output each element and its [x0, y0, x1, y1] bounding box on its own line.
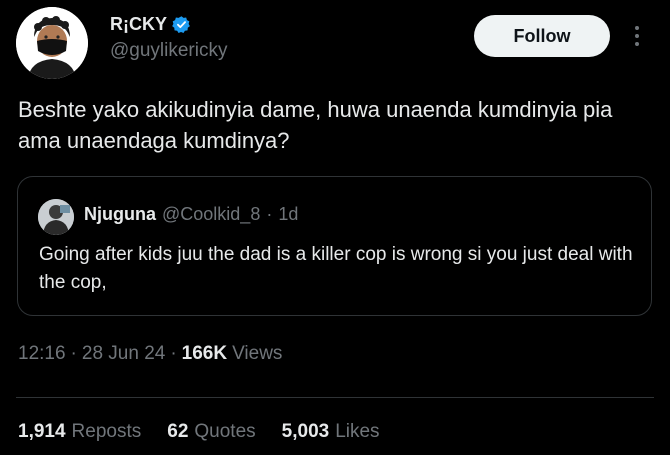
tweet-text: Beshte yako akikudinyia dame, huwa unaen… — [18, 97, 613, 153]
likes-count: 5,003 — [281, 421, 330, 442]
author-name: R¡CKY — [110, 14, 167, 34]
meta-separator: · — [170, 343, 177, 364]
tweet-time[interactable]: 12:16 — [18, 343, 66, 365]
quote-separator: · — [266, 204, 273, 224]
quotes-count: 62 — [167, 421, 189, 442]
quote-header: Njuguna @Coolkid_8 · 1d — [84, 204, 298, 225]
quote-text: Going after kids juu the dad is a killer… — [39, 244, 633, 293]
author-name-row[interactable]: R¡CKY — [110, 14, 191, 35]
author-avatar[interactable] — [16, 7, 88, 79]
views-label: Views — [232, 343, 283, 364]
quotes-stat[interactable]: 62 Quotes — [167, 421, 255, 443]
quote-timestamp[interactable]: 1d — [278, 204, 298, 225]
author-avatar-illustration — [16, 7, 88, 79]
quoted-tweet-card[interactable]: Njuguna @Coolkid_8 · 1d Going after kids… — [17, 176, 652, 316]
quote-author-avatar[interactable] — [38, 199, 74, 235]
tweet-meta: 12:16 · 28 Jun 24 · 166K Views — [18, 343, 282, 365]
author-handle[interactable]: @guylikericky — [110, 40, 227, 62]
verified-badge-icon — [172, 15, 191, 34]
more-vertical-icon[interactable] — [627, 20, 647, 52]
reposts-stat[interactable]: 1,914 Reposts — [18, 421, 141, 443]
quote-author-name[interactable]: Njuguna — [84, 204, 156, 225]
quote-avatar-illustration — [38, 199, 74, 235]
follow-button[interactable]: Follow — [474, 15, 610, 57]
likes-label: Likes — [335, 421, 380, 442]
tweet-detail-view: R¡CKY @guylikericky Follow Beshte yako a… — [0, 0, 670, 455]
engagement-stats: 1,914 Reposts 62 Quotes 5,003 Likes — [18, 421, 380, 443]
tweet-date[interactable]: 28 Jun 24 — [82, 343, 165, 365]
likes-stat[interactable]: 5,003 Likes — [282, 421, 380, 443]
quotes-label: Quotes — [194, 421, 256, 442]
reposts-count: 1,914 — [18, 421, 66, 442]
views-count: 166K — [181, 343, 228, 364]
divider — [16, 397, 654, 398]
reposts-label: Reposts — [71, 421, 142, 442]
quote-author-handle[interactable]: @Coolkid_8 — [162, 204, 260, 225]
meta-separator: · — [70, 343, 77, 364]
